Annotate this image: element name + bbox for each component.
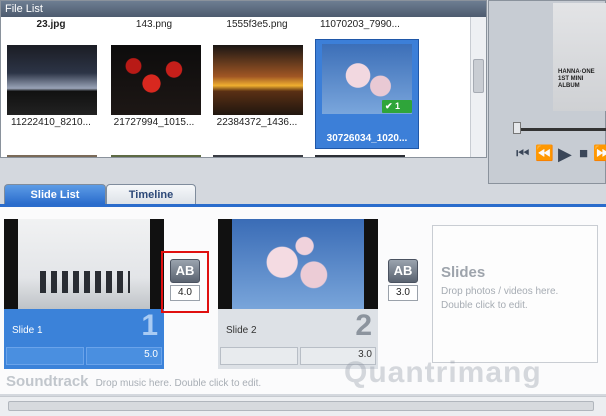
tab-bar: Slide List Timeline bbox=[0, 184, 606, 205]
watermark: Quantrimang bbox=[344, 356, 542, 389]
file-name-5[interactable]: 11222410_8210... bbox=[1, 117, 101, 128]
slide-card-2[interactable]: Slide 2 2 3.0 bbox=[218, 219, 378, 369]
file-name-1[interactable]: 23.jpg bbox=[1, 19, 101, 30]
skip-back-icon[interactable]: ⏮ bbox=[516, 144, 530, 164]
drop-zone-title: Slides bbox=[441, 264, 486, 281]
slide-number: 2 bbox=[355, 309, 372, 342]
tab-slide-list[interactable]: Slide List bbox=[4, 184, 106, 204]
file-thumb-sunset[interactable] bbox=[213, 45, 303, 115]
transition-icon[interactable]: AB bbox=[388, 259, 418, 283]
tab-timeline[interactable]: Timeline bbox=[106, 184, 196, 204]
used-count: 1 bbox=[395, 101, 401, 111]
file-name-8: 30726034_1020... bbox=[326, 133, 408, 144]
file-thumb-partial[interactable] bbox=[315, 155, 405, 157]
slide-photo bbox=[232, 219, 364, 309]
used-check-badge: ✔ 1 bbox=[382, 100, 412, 113]
horizontal-scrollbar[interactable] bbox=[0, 396, 606, 416]
slide-drop-zone[interactable]: Slides Drop photos / videos here. Double… bbox=[432, 225, 598, 363]
slide-caption-cell[interactable] bbox=[220, 347, 298, 365]
file-name-2[interactable]: 143.png bbox=[104, 19, 204, 30]
file-thumb-partial[interactable] bbox=[7, 155, 97, 157]
play-icon[interactable]: ▶ bbox=[558, 144, 572, 164]
slide-label: Slide 2 bbox=[226, 325, 257, 336]
file-grid: 23.jpg 143.png 1555f3e5.png 11070203_799… bbox=[1, 17, 471, 157]
preview-panel: HANNA·ONE 1ST MINI ALBUM ⏮ ⏪ ▶ ■ ⏩ bbox=[488, 0, 606, 184]
preview-overlay-text: HANNA·ONE 1ST MINI ALBUM bbox=[558, 69, 605, 90]
file-list-title: File List bbox=[1, 1, 486, 17]
file-name-7[interactable]: 22384372_1436... bbox=[207, 117, 307, 128]
fast-forward-icon[interactable]: ⏩ bbox=[593, 144, 606, 164]
preview-text-line-1: HANNA·ONE bbox=[558, 69, 595, 75]
scrollbar-thumb[interactable] bbox=[473, 59, 484, 93]
soundtrack-label: Soundtrack bbox=[6, 373, 89, 390]
file-name-3[interactable]: 1555f3e5.png bbox=[207, 19, 307, 30]
file-list-scrollbar[interactable] bbox=[470, 17, 486, 157]
transition-duration[interactable]: 3.0 bbox=[388, 285, 418, 301]
stop-icon[interactable]: ■ bbox=[579, 144, 588, 164]
file-thumb-selected[interactable]: ✔ 1 30726034_1020... bbox=[315, 39, 419, 149]
rewind-icon[interactable]: ⏪ bbox=[535, 144, 554, 164]
transition-2[interactable]: AB 3.0 bbox=[386, 259, 420, 301]
slide-caption-cell[interactable] bbox=[6, 347, 84, 365]
file-name-4[interactable]: 11070203_7990... bbox=[310, 19, 410, 30]
slide-photo bbox=[18, 219, 150, 309]
scrollbar-thumb[interactable] bbox=[8, 401, 594, 411]
slide-duration: 5.0 bbox=[144, 349, 158, 360]
file-list-panel: File List 23.jpg 143.png 1555f3e5.png 11… bbox=[0, 0, 487, 158]
file-thumb-flowers[interactable] bbox=[111, 45, 201, 115]
slide-footer: Slide 1 1 5.0 bbox=[4, 309, 164, 369]
file-name-6[interactable]: 21727994_1015... bbox=[104, 117, 204, 128]
slide-label: Slide 1 bbox=[12, 325, 43, 336]
soundtrack-track[interactable]: Soundtrack Drop music here. Double click… bbox=[6, 373, 261, 390]
seek-bar[interactable] bbox=[513, 128, 606, 131]
soundtrack-hint: Drop music here. Double click to edit. bbox=[95, 378, 262, 389]
seek-handle[interactable] bbox=[513, 122, 521, 134]
file-thumb-partial[interactable] bbox=[213, 155, 303, 157]
slide-thumbnail bbox=[218, 219, 378, 309]
preview-image bbox=[553, 3, 606, 111]
drop-zone-hint: Drop photos / videos here. bbox=[441, 286, 559, 297]
slide-number: 1 bbox=[141, 309, 158, 342]
preview-text-line-2: 1ST MINI ALBUM bbox=[558, 76, 584, 89]
drop-zone-hint: Double click to edit. bbox=[441, 300, 528, 311]
file-thumb-partial[interactable] bbox=[111, 155, 201, 157]
transition-highlight bbox=[161, 251, 209, 313]
slide-card-1[interactable]: Slide 1 1 5.0 bbox=[4, 219, 164, 369]
slide-thumbnail bbox=[4, 219, 164, 309]
file-thumb-concert[interactable] bbox=[7, 45, 97, 115]
